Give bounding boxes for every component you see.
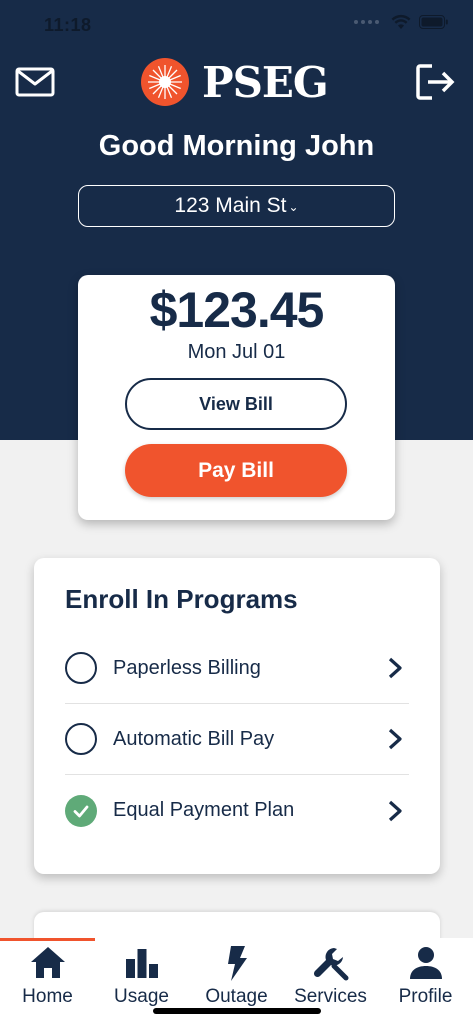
programs-title: Enroll In Programs [65,584,298,614]
active-tab-indicator [0,938,95,941]
tab-home[interactable]: Home [0,944,95,1010]
mail-icon[interactable] [14,64,56,100]
person-icon [409,947,442,979]
unchecked-circle-icon [65,652,97,684]
tab-services[interactable]: Services [283,944,378,1010]
pay-bill-button[interactable]: Pay Bill [125,444,347,497]
enroll-programs-card: Enroll In Programs Paperless Billing Aut… [34,558,440,874]
chevron-right-icon [388,800,402,821]
tab-label: Home [22,986,73,1007]
battery-icon [419,15,448,29]
tab-label: Outage [205,986,268,1007]
chevron-down-icon: ⌄ [288,200,299,214]
program-label: Automatic Bill Pay [113,727,275,750]
pseg-logo: PSEG [140,56,336,108]
status-icons [354,14,449,30]
home-indicator [153,1008,321,1014]
bill-due-date: Mon Jul 01 [187,341,286,363]
tab-profile[interactable]: Profile [378,944,473,1010]
bar-chart-icon [125,949,158,978]
status-bar: 11:18 [0,0,473,50]
logout-icon[interactable] [414,62,458,102]
tab-outage[interactable]: Outage [189,944,284,1010]
tab-usage[interactable]: Usage [94,944,189,1010]
status-time: 11:18 [44,15,92,35]
program-row-automatic-bill-pay[interactable]: Automatic Bill Pay [65,704,409,775]
unchecked-circle-icon [65,723,97,755]
wrench-icon [313,948,348,981]
checkmark-circle-icon [65,794,97,827]
tab-label: Services [294,986,367,1007]
program-label: Equal Payment Plan [113,799,295,821]
chevron-right-icon [388,728,402,750]
bill-card: $123.45 Mon Jul 01 View Bill Pay Bill [78,275,395,520]
tab-label: Profile [398,986,453,1007]
tab-label: Usage [114,986,169,1007]
home-icon [30,947,65,978]
lightning-icon [227,946,247,981]
address-dropdown[interactable]: 123 Main St ⌄ [78,185,395,227]
chevron-right-icon [388,657,402,679]
address-value: 123 Main St [174,194,287,217]
sun-logo-icon [141,58,189,106]
cellular-signal-icon [354,20,379,24]
program-label: Paperless Billing [113,656,261,679]
greeting-text: Good Morning John [98,130,375,162]
bill-amount: $123.45 [149,282,325,338]
program-row-equal-payment-plan[interactable]: Equal Payment Plan [65,775,409,846]
view-bill-button[interactable]: View Bill [125,378,347,430]
program-row-paperless-billing[interactable]: Paperless Billing [65,633,409,704]
logo-text: PSEG [202,57,329,107]
wifi-icon [391,14,411,29]
